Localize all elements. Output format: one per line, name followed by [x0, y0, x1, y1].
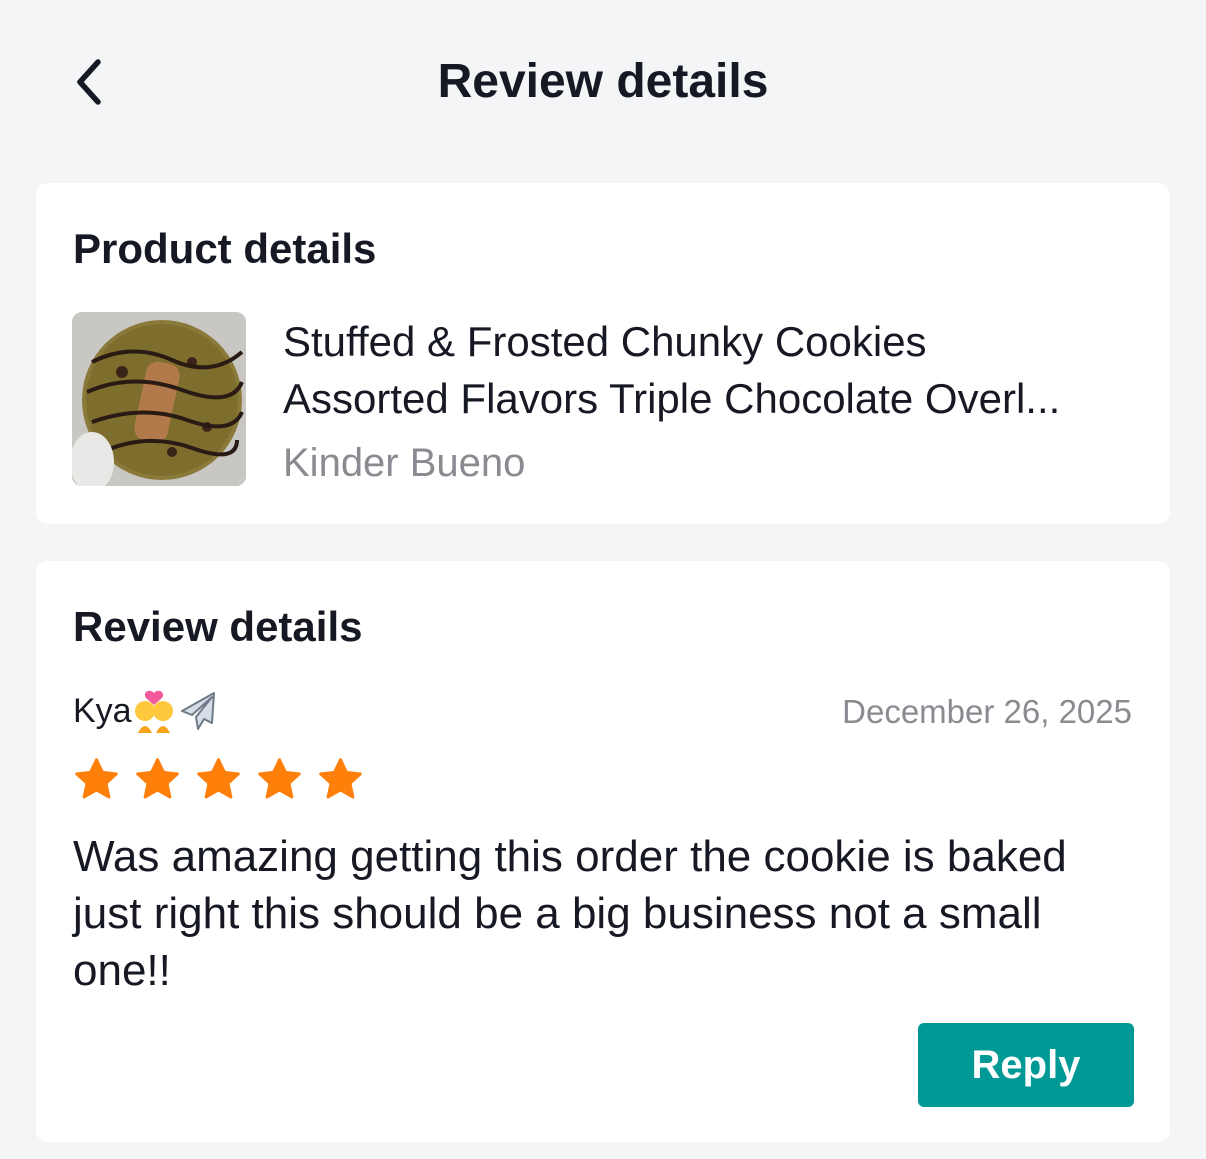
product-title-line-2: Assorted Flavors Triple Chocolate Overl.…	[283, 375, 1061, 422]
review-date: December 26, 2025	[842, 693, 1132, 730]
review-details-card: Review details Kya December 26, 2025 Was…	[36, 561, 1170, 1142]
star-rating	[73, 756, 364, 803]
page-title: Review details	[437, 55, 769, 108]
product-thumbnail[interactable]	[72, 312, 246, 486]
product-title-line-1: Stuffed & Frosted Chunky Cookies	[283, 318, 927, 365]
review-text: Was amazing getting this order the cooki…	[73, 832, 1067, 995]
review-details-heading: Review details	[73, 603, 363, 650]
airplane-emoji	[180, 692, 215, 730]
reviewer: Kya	[73, 688, 220, 734]
star-icon	[136, 758, 179, 799]
star-icon	[258, 758, 301, 799]
product-title[interactable]: Stuffed & Frosted Chunky Cookies Assorte…	[283, 313, 1133, 427]
star-icon	[197, 758, 240, 799]
star-icon	[75, 758, 118, 799]
reviewer-name: Kya	[73, 692, 132, 730]
cookie-image	[72, 312, 246, 486]
product-details-heading: Product details	[73, 225, 377, 272]
reply-button[interactable]: Reply	[918, 1023, 1134, 1107]
star-icon	[319, 758, 362, 799]
top-bar: Review details	[0, 0, 1206, 164]
product-variant: Kinder Bueno	[283, 441, 526, 485]
couple-with-heart-emoji	[134, 690, 173, 733]
product-details-card: Product details Stuffed & Frosted Chunky…	[36, 183, 1170, 524]
